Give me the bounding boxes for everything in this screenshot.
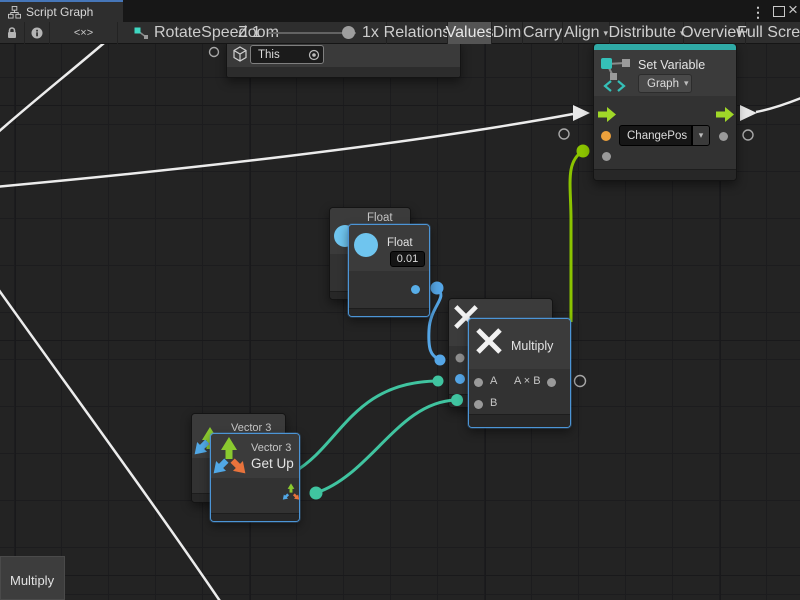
- align-button[interactable]: Align ▾: [562, 22, 609, 44]
- code-view-button[interactable]: <×>: [50, 22, 118, 44]
- multiply-node-title: Multiply: [511, 339, 553, 353]
- set-variable-icon: [599, 55, 633, 93]
- float-node-footer: [349, 308, 429, 317]
- overview-button[interactable]: Overview: [683, 22, 745, 44]
- get-up-label: Get Up: [251, 456, 294, 471]
- variable-name-value: ChangePos: [627, 130, 687, 142]
- set-variable-value-port[interactable]: [602, 152, 611, 161]
- info-button[interactable]: [25, 22, 50, 44]
- multiply-input-a-label: A: [490, 375, 497, 387]
- cube-icon: [232, 46, 248, 62]
- set-variable-output-port[interactable]: [719, 132, 728, 141]
- tab-bar: Script Graph ⋮ ×: [0, 0, 800, 22]
- zoom-slider-handle[interactable]: [342, 26, 355, 39]
- vector3-output-port[interactable]: [280, 482, 300, 504]
- zoom-value: 1x: [362, 22, 379, 44]
- info-icon: [30, 26, 44, 40]
- float-icon: [354, 233, 378, 257]
- lock-icon: [5, 26, 19, 40]
- multiply-output-port[interactable]: [547, 378, 556, 387]
- float-value: 0.01: [397, 253, 418, 265]
- float-node-title: Float: [387, 237, 413, 249]
- vector3-icon: [210, 434, 255, 482]
- set-variable-footer: [594, 169, 736, 181]
- vector3-node-title: Vector 3: [251, 442, 291, 454]
- set-variable-title: Set Variable: [638, 58, 705, 72]
- dim-button[interactable]: Dim: [491, 22, 522, 44]
- window-close-button[interactable]: ×: [788, 0, 798, 21]
- multiply-input-a-port[interactable]: [474, 378, 483, 387]
- chevron-down-icon: ▾: [699, 130, 704, 141]
- code-view-label: <×>: [74, 27, 93, 39]
- variable-scope-value: Graph: [647, 78, 679, 90]
- vector3-node-footer: [211, 513, 299, 522]
- float-node-back-title: Float: [367, 212, 393, 224]
- script-graph-window: Float Vector 3: [0, 0, 800, 600]
- distribute-button[interactable]: Distribute ▾: [609, 22, 683, 44]
- full-screen-button[interactable]: Full Screen: [745, 22, 800, 44]
- float-node[interactable]: Float 0.01: [348, 224, 430, 317]
- variable-name-dropdown-button[interactable]: ▾: [692, 125, 710, 146]
- window-maximize-button[interactable]: [773, 6, 785, 17]
- multiply-tooltip-label: Multiply: [10, 573, 54, 588]
- toolbar-buttons: Relations Values Dim Carry Align ▾ Distr…: [386, 22, 800, 44]
- variable-scope-dropdown[interactable]: Graph ▾: [638, 74, 692, 93]
- chevron-down-icon: ▾: [604, 28, 609, 39]
- tab-title: Script Graph: [26, 5, 93, 19]
- chevron-down-icon: ▾: [684, 78, 689, 89]
- multiply-node-footer: [469, 414, 570, 428]
- this-node-body: [227, 67, 460, 78]
- carry-button[interactable]: Carry: [522, 22, 562, 44]
- multiply-output-label: A × B: [514, 375, 541, 387]
- float-output-port[interactable]: [411, 285, 420, 294]
- this-node[interactable]: This: [226, 41, 461, 78]
- multiply-input-b-label: B: [490, 397, 497, 409]
- variable-name-port[interactable]: [601, 131, 611, 141]
- variable-name-field[interactable]: ChangePos: [619, 125, 692, 146]
- this-object-value: This: [258, 49, 280, 61]
- multiply-icon: [475, 327, 503, 355]
- multiply-node[interactable]: Multiply A A × B B: [468, 318, 571, 428]
- vector3-get-up-node[interactable]: Vector 3 Get Up: [210, 433, 300, 522]
- multiply-input-b-port[interactable]: [474, 400, 483, 409]
- set-variable-node[interactable]: Set Variable Graph ▾ ChangePos ▾: [593, 43, 737, 181]
- flow-out-port[interactable]: [716, 107, 734, 122]
- values-button[interactable]: Values: [447, 22, 491, 44]
- graph-breadcrumb-icon: [134, 26, 148, 40]
- float-value-field[interactable]: 0.01: [390, 251, 425, 267]
- window-menu-button[interactable]: ⋮: [751, 1, 765, 23]
- graph-hierarchy-icon: [8, 6, 21, 19]
- multiply-tooltip: Multiply: [0, 556, 65, 600]
- object-picker-icon[interactable]: [308, 49, 320, 61]
- relations-button[interactable]: Relations: [386, 22, 447, 44]
- tab-script-graph[interactable]: Script Graph: [0, 0, 123, 22]
- lock-button[interactable]: [0, 22, 25, 44]
- this-object-field[interactable]: This: [250, 45, 324, 64]
- flow-in-port[interactable]: [598, 107, 616, 122]
